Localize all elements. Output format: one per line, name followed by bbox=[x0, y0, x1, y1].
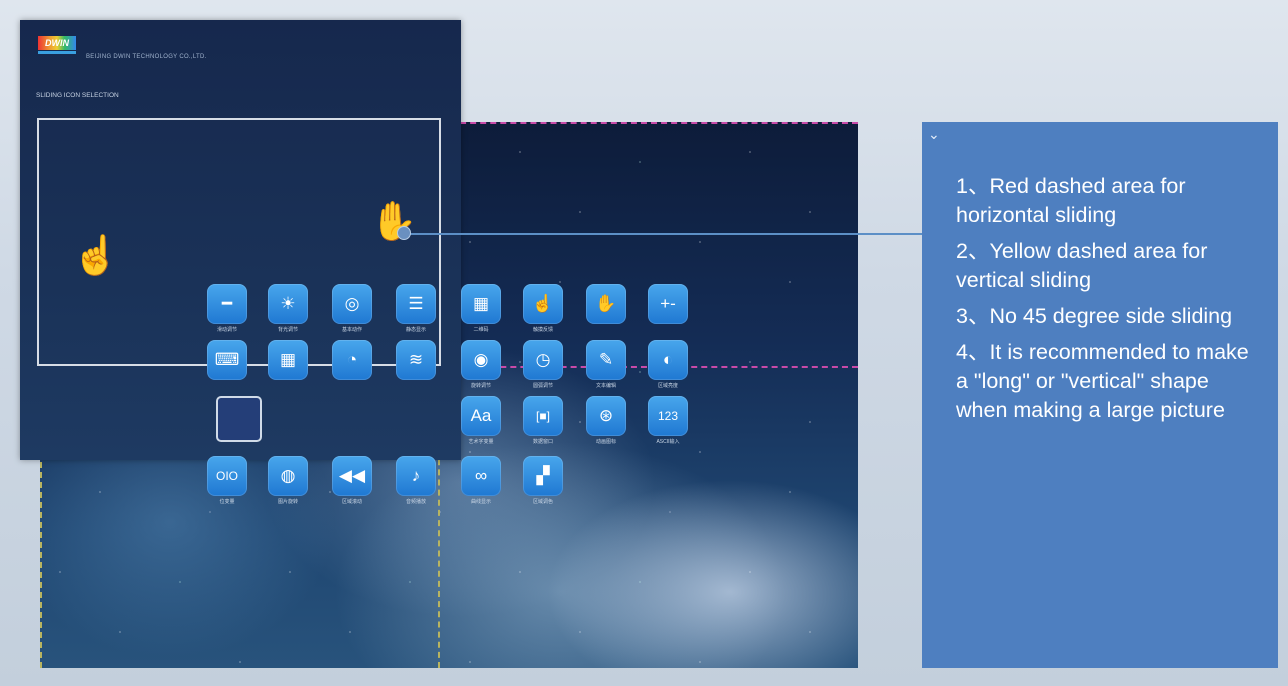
toggle-icon[interactable]: OIO bbox=[207, 456, 247, 496]
icon-label: 曲线显示 bbox=[470, 499, 491, 505]
list-icon[interactable]: ☰ bbox=[396, 284, 436, 324]
connector-dot bbox=[397, 226, 411, 240]
info-item-no-diagonal: 3、No 45 degree side sliding bbox=[956, 304, 1233, 328]
film-icon[interactable]: ⊛ bbox=[586, 396, 626, 436]
info-panel: ⌄ 1、Red dashed area for horizontal slidi… bbox=[922, 122, 1278, 668]
icon-label: ASCII输入 bbox=[656, 439, 680, 445]
music-icon[interactable]: ♪ bbox=[396, 456, 436, 496]
brightness-icon[interactable]: ☀ bbox=[268, 284, 308, 324]
pin-icon: ⌄ bbox=[928, 126, 940, 142]
info-item-vertical: 2、Yellow dashed area for vertical slidin… bbox=[956, 239, 1208, 292]
logo-underline bbox=[38, 51, 76, 54]
icon-label: 旋转调节 bbox=[470, 383, 491, 389]
rewind-icon[interactable]: ◀◀ bbox=[332, 456, 372, 496]
info-item-horizontal: 1、Red dashed area for horizontal sliding bbox=[956, 174, 1186, 227]
connector-line bbox=[404, 233, 922, 235]
icon-label: 背光调节 bbox=[277, 327, 298, 333]
icon-label: 圆弧调节 bbox=[532, 383, 553, 389]
icon-label: 位变量 bbox=[219, 499, 235, 505]
icon-label: 静态显示 bbox=[405, 327, 426, 333]
gauge-icon[interactable]: ◷ bbox=[523, 340, 563, 380]
icon-label: 区域亮度 bbox=[657, 383, 678, 389]
calendar-icon[interactable]: ▦ bbox=[268, 340, 308, 380]
contrast-icon[interactable]: ◐ bbox=[648, 340, 688, 380]
slider-icon[interactable]: ━ bbox=[207, 284, 247, 324]
touch-icon[interactable]: ☝ bbox=[523, 284, 563, 324]
keyboard-icon[interactable]: ⌨ bbox=[207, 340, 247, 380]
color-grid-icon[interactable]: ▞ bbox=[523, 456, 563, 496]
dwin-logo: DWIN bbox=[38, 36, 76, 50]
scan-icon[interactable]: [■] bbox=[523, 396, 563, 436]
plus-minus-icon[interactable]: +- bbox=[648, 284, 688, 324]
qr-code-icon[interactable]: ▦ bbox=[461, 284, 501, 324]
fingerprint-icon[interactable]: ◍ bbox=[268, 456, 308, 496]
icon-label: 音频播放 bbox=[405, 499, 426, 505]
selected-icon-slot[interactable] bbox=[216, 396, 262, 442]
icon-label: 图片旋转 bbox=[277, 499, 298, 505]
rotate-icon[interactable]: ◉ bbox=[461, 340, 501, 380]
gesture-icon[interactable]: ✋ bbox=[586, 284, 626, 324]
company-name: BEIJING DWIN TECHNOLOGY CO.,LTD. bbox=[86, 54, 207, 60]
icon-label: 基本动作 bbox=[341, 327, 362, 333]
icon-label: 数据窗口 bbox=[532, 439, 553, 445]
horizontal-slide-border-top bbox=[440, 122, 858, 124]
loop-icon[interactable]: ∞ bbox=[461, 456, 501, 496]
icon-label: 滑动调节 bbox=[216, 327, 237, 333]
section-title: SLIDING ICON SELECTION bbox=[36, 92, 119, 99]
font-icon[interactable]: Aa bbox=[461, 396, 501, 436]
chart-icon[interactable]: ◔ bbox=[332, 340, 372, 380]
info-list: 1、Red dashed area for horizontal sliding… bbox=[956, 172, 1266, 432]
icon-label: 区域滚动 bbox=[341, 499, 362, 505]
wave-icon[interactable]: ≋ bbox=[396, 340, 436, 380]
icon-label: 二维码 bbox=[473, 327, 489, 333]
icon-label: 动画图标 bbox=[595, 439, 616, 445]
edit-icon[interactable]: ✎ bbox=[586, 340, 626, 380]
icon-label: 区域调色 bbox=[532, 499, 553, 505]
screen-overlay: DWIN BEIJING DWIN TECHNOLOGY CO.,LTD. SL… bbox=[20, 20, 461, 460]
info-item-recommendation: 4、It is recommended to make a "long" or … bbox=[956, 340, 1249, 422]
abc-icon[interactable]: 123 bbox=[648, 396, 688, 436]
icon-label: 触摸反馈 bbox=[532, 327, 553, 333]
icon-label: 文本编辑 bbox=[595, 383, 616, 389]
icon-label: 艺术字变量 bbox=[468, 439, 494, 445]
target-icon[interactable]: ◎ bbox=[332, 284, 372, 324]
